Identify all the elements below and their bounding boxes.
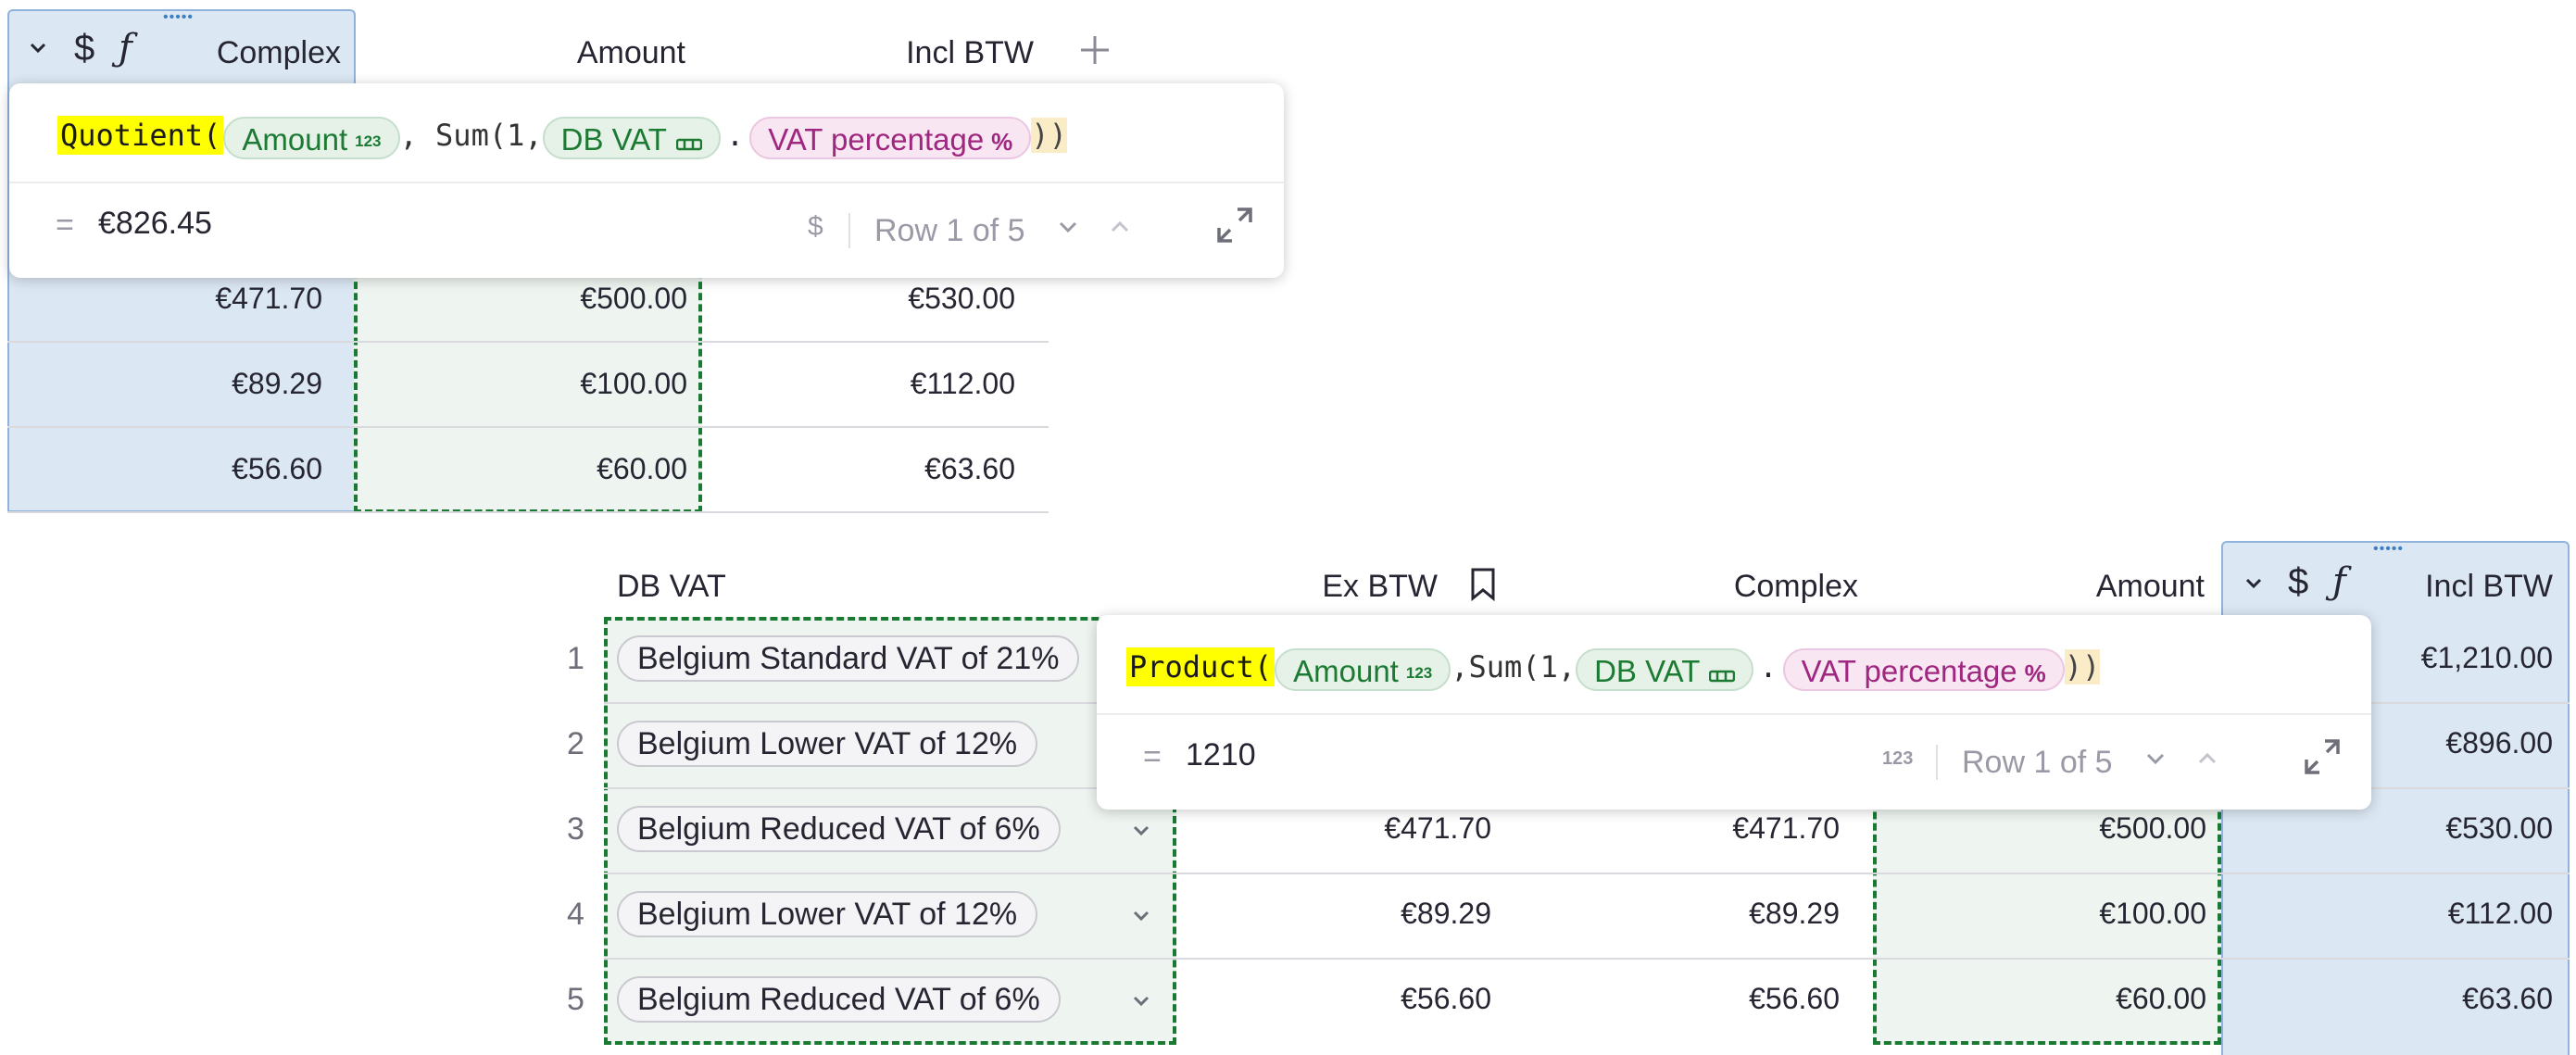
bottom-row-3-incl[interactable]: €530.00 — [2334, 811, 2553, 846]
number-type-icon: 123 — [1405, 663, 1433, 682]
row-number: 3 — [567, 811, 584, 847]
row-number: 5 — [567, 982, 584, 1017]
reference-chip-db-vat[interactable]: DB VAT — [542, 116, 721, 159]
bottom-row-5-incl[interactable]: €63.60 — [2334, 982, 2553, 1016]
function-name: Product( — [1126, 647, 1275, 686]
bottom-row-3-exbtw[interactable]: €471.70 — [1278, 811, 1491, 846]
expand-icon[interactable] — [2303, 737, 2342, 781]
next-row-chevron-icon[interactable] — [2143, 747, 2168, 775]
bottom-row-4-incl[interactable]: €112.00 — [2334, 897, 2553, 931]
reference-chip-vat-percentage[interactable]: VAT percentage% — [749, 116, 1032, 159]
db-vat-cell[interactable]: Belgium Reduced VAT of 6% — [617, 976, 1061, 1023]
reference-type-icon — [1709, 652, 1736, 695]
column-header-amount[interactable]: Amount — [2019, 569, 2205, 605]
top-row-5-incl[interactable]: €63.60 — [815, 452, 1015, 486]
row-indicator: Row 1 of 5 — [874, 213, 1025, 248]
chevron-down-icon[interactable] — [28, 37, 48, 62]
dollar-icon[interactable]: $ — [74, 28, 94, 69]
drag-handle-icon[interactable]: ••••• — [163, 10, 194, 25]
prev-row-chevron-icon[interactable] — [1108, 215, 1132, 244]
column-header-complex[interactable]: Complex — [1667, 569, 1858, 605]
top-row-5-amount[interactable]: €60.00 — [463, 452, 687, 486]
formula-dot: . — [725, 118, 745, 153]
result-value: €826.45 — [98, 206, 212, 241]
bottom-row-5-complex[interactable]: €56.60 — [1630, 982, 1840, 1016]
bottom-row-4-complex[interactable]: €89.29 — [1630, 897, 1840, 931]
db-vat-cell[interactable]: Belgium Lower VAT of 12% — [617, 891, 1038, 937]
formula-editor-top[interactable]: Quotient(Amount 123, Sum(1, DB VAT. VAT per… — [9, 83, 1284, 278]
formula-dot: . — [1759, 649, 1778, 684]
formula-text: , Sum(1, — [399, 118, 543, 153]
db-vat-cell[interactable]: Belgium Reduced VAT of 6% — [617, 806, 1061, 852]
top-row-3-complex[interactable]: €471.70 — [111, 282, 322, 316]
formula-input[interactable]: Quotient(Amount 123, Sum(1, DB VAT. VAT per… — [57, 109, 1067, 161]
row-number: 1 — [567, 641, 584, 676]
percent-type-icon: % — [2024, 659, 2046, 687]
db-vat-cell[interactable]: Belgium Lower VAT of 12% — [617, 721, 1038, 767]
reference-type-icon — [675, 120, 703, 163]
top-row-3-incl[interactable]: €530.00 — [815, 282, 1015, 316]
column-header-complex[interactable]: Complex — [185, 35, 341, 71]
dropdown-chevron-icon[interactable] — [1130, 989, 1152, 1016]
top-row-3-amount[interactable]: €500.00 — [463, 282, 687, 316]
function-icon[interactable]: ƒ — [119, 28, 132, 69]
closing-parens: )) — [2064, 649, 2101, 684]
reference-chip-amount[interactable]: Amount 123 — [223, 116, 400, 159]
reference-chip-vat-percentage[interactable]: VAT percentage% — [1782, 647, 2065, 691]
bookmark-icon[interactable] — [1469, 567, 1497, 607]
formula-text: ,Sum(1, — [1451, 649, 1577, 684]
row-number: 2 — [567, 726, 584, 761]
function-name: Quotient( — [57, 116, 224, 155]
db-vat-cell[interactable]: Belgium Standard VAT of 21% — [617, 635, 1080, 682]
dropdown-chevron-icon[interactable] — [1130, 904, 1152, 931]
column-header-incl-btw[interactable]: Incl BTW — [834, 35, 1034, 71]
top-row-4-incl[interactable]: €112.00 — [815, 367, 1015, 401]
formula-input[interactable]: Product(Amount 123 ,Sum(1, DB VAT. VAT perce… — [1126, 641, 2101, 693]
bottom-row-3-complex[interactable]: €471.70 — [1630, 811, 1840, 846]
expand-icon[interactable] — [1215, 206, 1254, 249]
reference-chip-amount[interactable]: Amount 123 — [1275, 647, 1451, 691]
number-type-icon[interactable]: 123 — [1882, 748, 1913, 770]
top-row-5-complex[interactable]: €56.60 — [111, 452, 322, 486]
drag-handle-icon[interactable]: ••••• — [2373, 542, 2404, 557]
reference-chip-db-vat[interactable]: DB VAT — [1576, 647, 1754, 691]
column-header-incl-btw[interactable]: Incl BTW — [2371, 569, 2553, 605]
bottom-row-5-exbtw[interactable]: €56.60 — [1278, 982, 1491, 1016]
dollar-icon[interactable]: $ — [2288, 561, 2308, 602]
plus-icon[interactable] — [1078, 33, 1112, 71]
result-equals-sign: = — [1143, 739, 1162, 774]
top-row-4-amount[interactable]: €100.00 — [463, 367, 687, 401]
dollar-type-icon[interactable]: $ — [808, 211, 823, 243]
bottom-row-4-amount[interactable]: €100.00 — [1982, 897, 2206, 931]
chevron-down-icon[interactable] — [2243, 572, 2264, 597]
formula-editor-bottom[interactable]: Product(Amount 123 ,Sum(1, DB VAT. VAT perce… — [1097, 615, 2371, 810]
percent-type-icon: % — [991, 127, 1013, 156]
row-number: 4 — [567, 897, 584, 932]
closing-parens: )) — [1031, 118, 1067, 153]
column-header-amount[interactable]: Amount — [519, 35, 685, 71]
row-indicator: Row 1 of 5 — [1962, 745, 2113, 780]
result-value: 1210 — [1186, 737, 1256, 772]
function-icon[interactable]: ƒ — [2332, 561, 2346, 602]
column-header-db-vat[interactable]: DB VAT — [617, 569, 726, 605]
prev-row-chevron-icon[interactable] — [2195, 747, 2219, 775]
column-header-ex-btw[interactable]: Ex BTW — [1260, 569, 1438, 605]
bottom-row-3-amount[interactable]: €500.00 — [1982, 811, 2206, 846]
result-equals-sign: = — [56, 207, 74, 243]
top-row-4-complex[interactable]: €89.29 — [111, 367, 322, 401]
number-type-icon: 123 — [355, 132, 382, 150]
bottom-row-5-amount[interactable]: €60.00 — [1982, 982, 2206, 1016]
dropdown-chevron-icon[interactable] — [1130, 819, 1152, 846]
bottom-row-4-exbtw[interactable]: €89.29 — [1278, 897, 1491, 931]
next-row-chevron-icon[interactable] — [1056, 215, 1080, 244]
